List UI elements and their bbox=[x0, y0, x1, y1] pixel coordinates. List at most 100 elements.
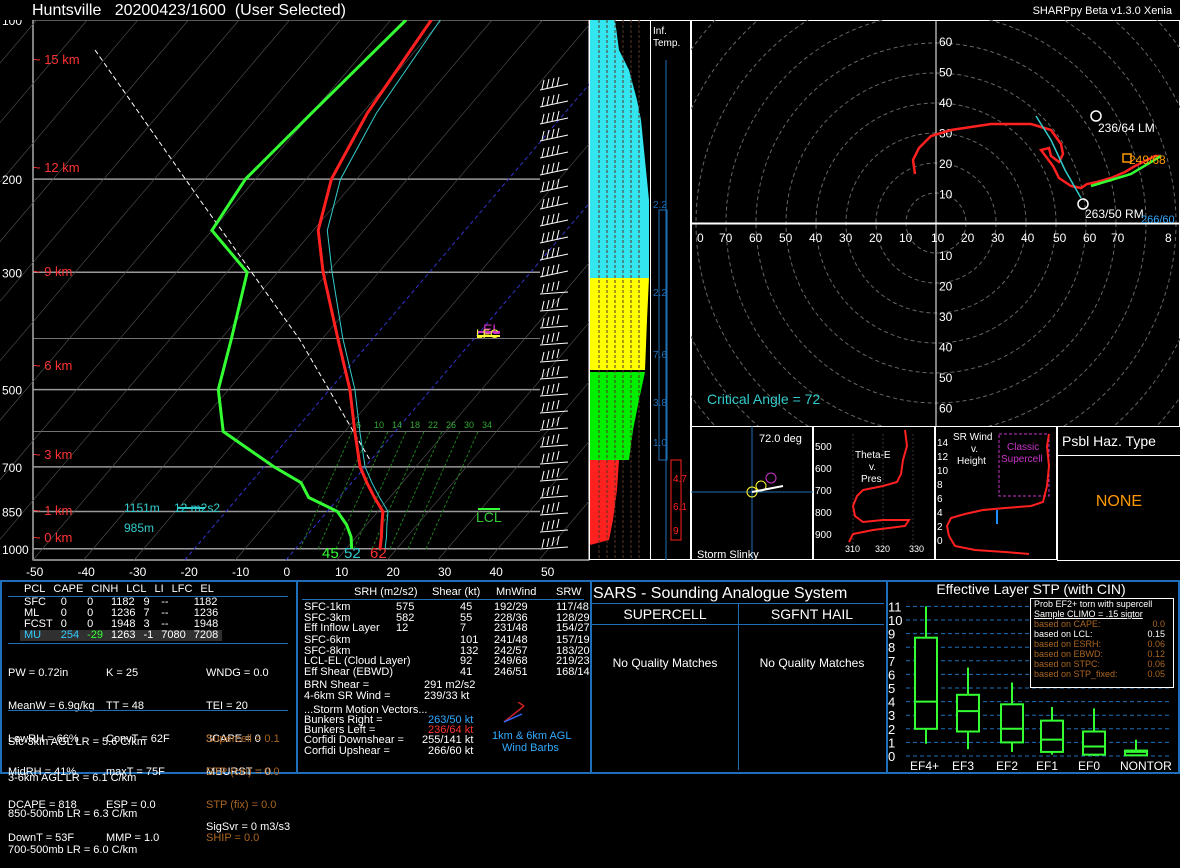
mixing-ratio-label: 26 bbox=[446, 420, 456, 430]
inflow-label-2: Temp. bbox=[653, 38, 680, 49]
stp-legend-title-2: Sample CLIMO = .15 sigtor bbox=[1031, 609, 1173, 619]
temp-tick-label: -10 bbox=[232, 565, 250, 579]
stp-category-label: NONTOR bbox=[1120, 759, 1172, 772]
stp-legend-row: based on LCL:0.15 bbox=[1031, 629, 1173, 639]
hazard-value: NONE bbox=[1058, 493, 1180, 511]
hodo-ring-label: 0 bbox=[697, 231, 704, 245]
parcel-header: PCL bbox=[20, 583, 49, 595]
temp-tick-label: 40 bbox=[490, 565, 504, 579]
index-value: WNDG = 0.0 bbox=[206, 668, 290, 679]
kin-cell: 231/48 bbox=[494, 622, 528, 634]
kin-header-srh: SRH (m2/s2) bbox=[354, 586, 418, 598]
hodo-mean-label: 249/68 bbox=[1129, 153, 1166, 167]
skewt-chart[interactable]: 1002003005007008501000 ~ 15 km~ 12 km~ 9… bbox=[0, 20, 590, 580]
hodo-ring-label: 60 bbox=[749, 231, 763, 245]
storm-slinky: 72.0 deg Storm Slinky bbox=[691, 426, 813, 560]
srwind-y-1: 14 bbox=[937, 438, 949, 449]
inflow-value-2: 2.2 bbox=[653, 288, 667, 299]
temp-tick-label: -40 bbox=[78, 565, 96, 579]
kin-cell: 154/27 bbox=[556, 622, 590, 634]
srwind-y-2: 12 bbox=[937, 452, 949, 463]
kin-header-shear: Shear (kt) bbox=[432, 586, 480, 598]
stp-legend-value: 0.06 bbox=[1147, 639, 1165, 649]
hodo-ring-label: 20 bbox=[939, 157, 953, 171]
inflow-value-4: 3.8 bbox=[653, 398, 667, 409]
parcel-rows: SFC 0 0 1182 9 -- 1182 ML 0 0 1236 7 -- … bbox=[20, 597, 222, 641]
height-label: ~ 9 km bbox=[33, 264, 72, 279]
stp-legend: Prob EF2+ torn with supercell Sample CLI… bbox=[1030, 598, 1174, 688]
stp-legend-value: 0.06 bbox=[1147, 659, 1165, 669]
srwind-y-5: 6 bbox=[937, 494, 943, 505]
stp-legend-row: based on STP_fixed:0.05 bbox=[1031, 669, 1173, 679]
composite-value: Supercell = 0.1 bbox=[206, 734, 280, 745]
hodo-ring-label: 50 bbox=[779, 231, 793, 245]
stp-box bbox=[915, 638, 937, 729]
composite-value: SHIP = 0.0 bbox=[206, 833, 280, 844]
sars-supercell-result: No Quality Matches bbox=[592, 656, 738, 670]
mixing-ratio-label: 18 bbox=[410, 420, 420, 430]
hodo-ring-label: 8 bbox=[1165, 231, 1172, 245]
stp-legend-label: based on STPC: bbox=[1034, 659, 1100, 669]
srh-label-1: 1151m bbox=[124, 501, 160, 515]
parcel-header: CAPE bbox=[49, 583, 87, 595]
lapse-value: 700-500mb LR = 6.0 C/km bbox=[8, 844, 146, 856]
temp-tick-label: -20 bbox=[181, 565, 199, 579]
temp-tick-label: -50 bbox=[26, 565, 44, 579]
kin-cell: Eff Inflow Layer bbox=[304, 622, 380, 634]
composite-value: STP (cin) = 0.0 bbox=[206, 767, 280, 778]
kin-cell: 7 bbox=[460, 622, 466, 634]
mixing-ratio-label: 22 bbox=[428, 420, 438, 430]
stp-category-label: EF1 bbox=[1036, 759, 1058, 772]
theta-x-2: 320 bbox=[875, 544, 890, 554]
pressure-label: 200 bbox=[2, 173, 22, 187]
stp-box bbox=[1041, 721, 1063, 752]
inflow-tval-1: 4.7 bbox=[673, 474, 687, 485]
stp-legend-row: based on STPC: 0.06 bbox=[1031, 659, 1173, 669]
hodo-ring-label: 30 bbox=[991, 231, 1005, 245]
sars-title: SARS - Sounding Analogue System bbox=[593, 585, 847, 603]
pressure-label: 500 bbox=[2, 384, 22, 398]
hodo-ring-label: 30 bbox=[939, 310, 953, 324]
stp-legend-label: based on LCL: bbox=[1034, 629, 1093, 639]
temp-tick-label: 50 bbox=[541, 565, 555, 579]
hodo-ring-label: 60 bbox=[1083, 231, 1097, 245]
parcel-header: CINH bbox=[87, 583, 122, 595]
hodo-ring-label: 50 bbox=[939, 371, 953, 385]
index-value: PW = 0.72in bbox=[8, 668, 95, 679]
table-cell: -29 bbox=[83, 630, 107, 641]
temp-tick-label: 20 bbox=[387, 565, 401, 579]
hodograph[interactable]: 6050403020100706050403020101020304050607… bbox=[691, 20, 1180, 427]
theta-p-1: 500 bbox=[815, 442, 832, 453]
srwind-y-6: 4 bbox=[937, 508, 943, 519]
srwind-y-8: 0 bbox=[937, 536, 943, 547]
sars-supercell-title: SUPERCELL bbox=[592, 606, 738, 622]
theta-title-1: Theta-E bbox=[855, 450, 891, 461]
theta-title-3: Pres bbox=[861, 474, 882, 485]
height-label: ~ 0 km bbox=[33, 530, 72, 545]
vector-label: Corfidi Upshear = bbox=[304, 745, 390, 757]
stp-legend-value: 0.05 bbox=[1147, 669, 1165, 679]
kin-header-srw: SRW bbox=[556, 586, 581, 598]
page-title: Huntsville 20200423/1600 (User Selected) bbox=[32, 2, 346, 20]
lfc-label: LFC bbox=[476, 327, 499, 341]
table-cell: 254 bbox=[57, 630, 83, 641]
hodo-ring-label: 60 bbox=[939, 402, 953, 416]
sr-wind-panel: SR Wind v. Height Classic Supercell 14 1… bbox=[935, 426, 1057, 560]
mixing-ratio-label: 30 bbox=[464, 420, 474, 430]
stp-box bbox=[1001, 704, 1023, 742]
srwind-classic-1: Classic bbox=[1007, 442, 1039, 453]
pressure-label: 300 bbox=[2, 266, 22, 280]
table-cell: 1263 bbox=[107, 630, 139, 641]
hodo-ring-label: 40 bbox=[1021, 231, 1035, 245]
sfc-td: 52 bbox=[344, 545, 361, 562]
lcl-label: LCL bbox=[476, 509, 502, 525]
height-label: ~ 3 km bbox=[33, 447, 72, 462]
hodo-ring-label: 40 bbox=[939, 341, 953, 355]
pressure-label: 850 bbox=[2, 505, 22, 519]
table-row[interactable]: MU 254 -29 1263 -1 7080 7208 bbox=[20, 630, 222, 641]
inflow-panel: Inf. Temp. 2.2 2.2 7.6 3.8 1.0 4.7 6.1 9 bbox=[589, 20, 691, 560]
stp-box bbox=[1083, 732, 1105, 755]
sr-wind-label: 4-6km SR Wind = bbox=[304, 690, 391, 702]
barb-legend-1: 1km & 6km AGL bbox=[492, 730, 571, 742]
srwind-title-2: v. bbox=[971, 444, 978, 455]
